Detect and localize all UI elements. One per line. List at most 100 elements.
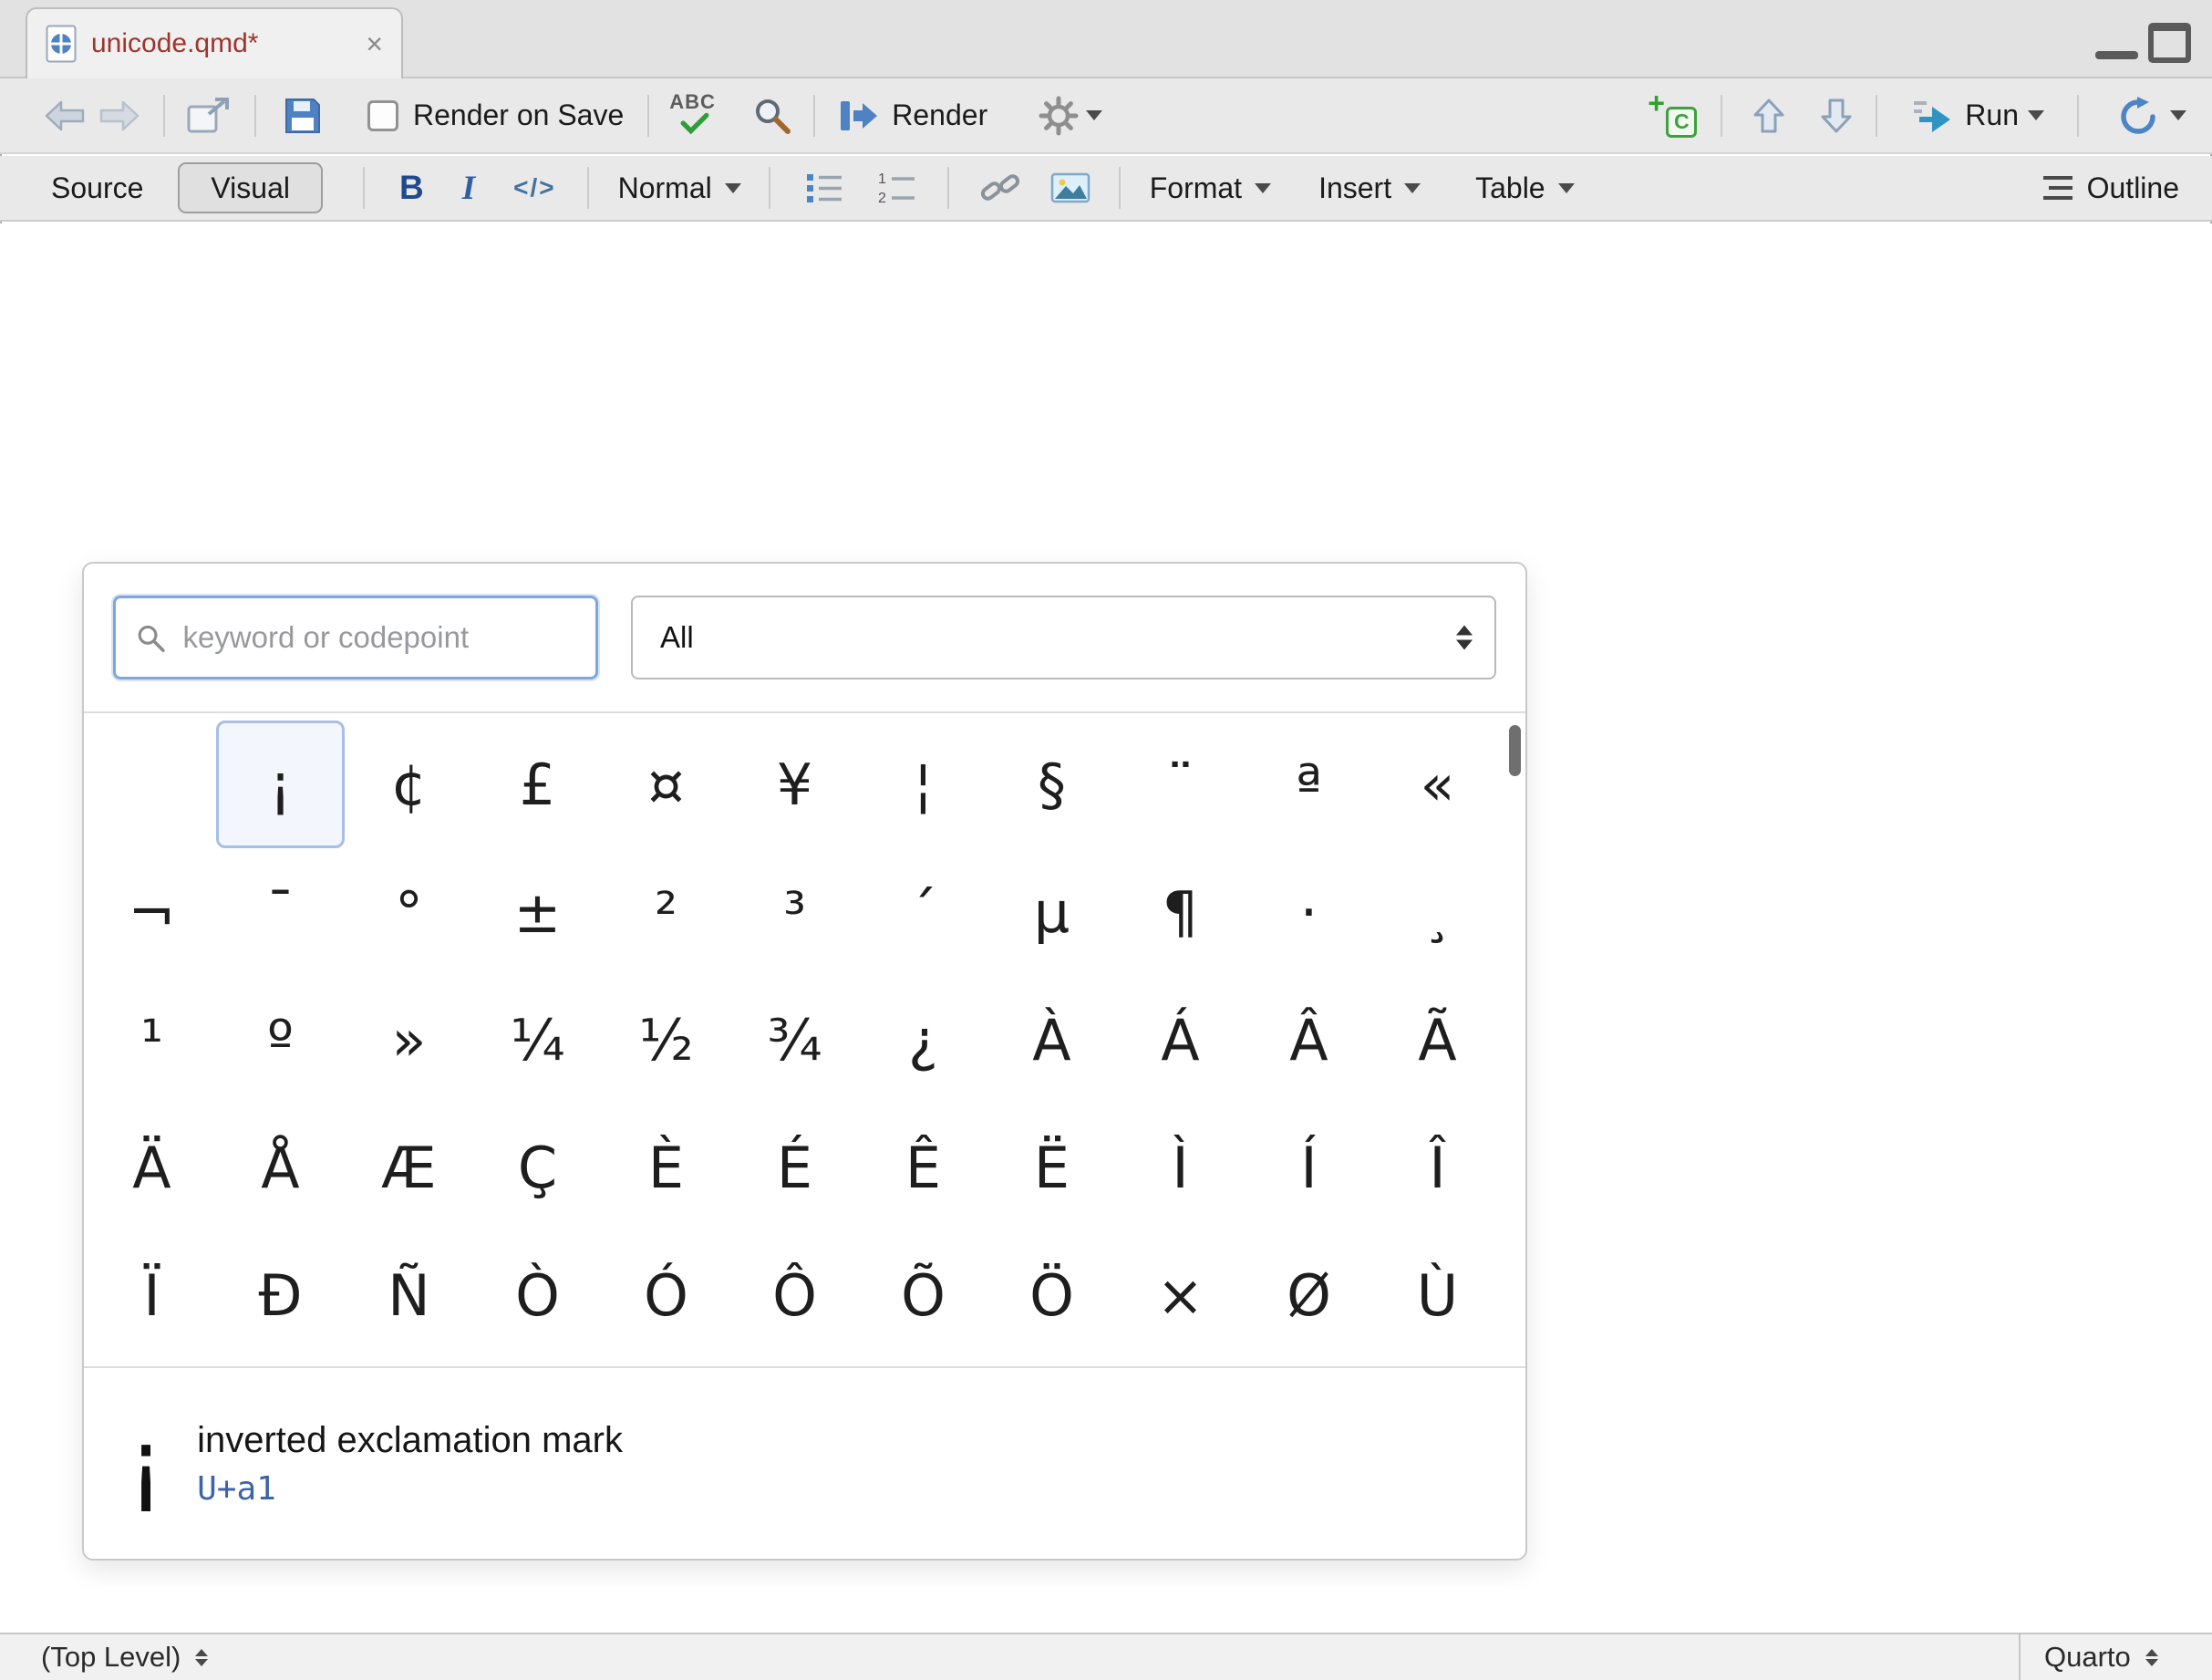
insert-menu[interactable]: Insert [1318, 171, 1391, 205]
symbol-cell[interactable]: Ç [473, 1104, 602, 1231]
outline-label[interactable]: Outline [2087, 171, 2179, 205]
symbol-cell[interactable]: ¨ [1116, 721, 1245, 848]
chevron-down-icon[interactable] [1086, 110, 1102, 120]
symbol-cell[interactable]: Ä [88, 1104, 216, 1231]
symbol-cell[interactable]: × [1116, 1231, 1245, 1359]
symbol-cell[interactable]: À [987, 976, 1116, 1104]
spellcheck-button[interactable]: ABC [667, 90, 728, 141]
symbol-cell[interactable] [88, 721, 216, 848]
symbol-cell[interactable]: Ñ [345, 1231, 473, 1359]
render-button[interactable] [837, 96, 881, 136]
symbol-search-input[interactable] [181, 619, 577, 656]
symbol-cell[interactable]: ¿ [859, 976, 987, 1104]
table-menu[interactable]: Table [1475, 171, 1545, 205]
symbol-cell[interactable]: ¢ [345, 721, 473, 848]
symbol-cell[interactable]: ¦ [859, 721, 987, 848]
symbol-cell[interactable]: É [730, 1104, 859, 1231]
insert-chunk-button[interactable]: + C [1648, 92, 1699, 140]
symbol-cell[interactable]: » [345, 976, 473, 1104]
symbol-cell[interactable]: ³ [730, 848, 859, 976]
symbol-cell[interactable]: ¥ [730, 721, 859, 848]
paragraph-style-select[interactable]: Normal [618, 171, 712, 205]
find-button[interactable] [751, 95, 793, 137]
symbol-cell[interactable]: ¬ [88, 848, 216, 976]
symbol-cell[interactable]: Ã [1373, 976, 1502, 1104]
symbol-cell[interactable]: Ô [730, 1231, 859, 1359]
symbol-cell[interactable]: ª [1245, 721, 1373, 848]
render-options-button[interactable] [1039, 96, 1079, 136]
open-in-new-window-button[interactable] [185, 96, 233, 136]
source-mode-button[interactable]: Source [51, 171, 143, 205]
symbol-cell[interactable]: « [1373, 721, 1502, 848]
symbol-cell[interactable]: Õ [859, 1231, 987, 1359]
symbol-cell[interactable]: Å [216, 1104, 345, 1231]
outline-toggle-button[interactable] [2040, 172, 2076, 203]
insert-link-button[interactable] [978, 170, 1022, 206]
symbol-cell[interactable]: Ø [1245, 1231, 1373, 1359]
run-label[interactable]: Run [1965, 99, 2019, 132]
symbol-cell[interactable]: · [1245, 848, 1373, 976]
symbol-cell[interactable]: Í [1245, 1104, 1373, 1231]
symbol-cell[interactable]: È [602, 1104, 730, 1231]
back-button[interactable] [41, 96, 88, 136]
bold-button[interactable]: B [399, 169, 424, 207]
save-button[interactable] [282, 95, 324, 137]
chevron-down-icon[interactable] [725, 183, 741, 193]
symbol-cell[interactable]: ² [602, 848, 730, 976]
symbol-cell[interactable]: ° [345, 848, 473, 976]
numbered-list-button[interactable]: 1 2 [876, 170, 918, 206]
symbol-cell[interactable]: Ì [1116, 1104, 1245, 1231]
render-on-save-checkbox[interactable] [367, 100, 398, 131]
symbol-cell[interactable]: Â [1245, 976, 1373, 1104]
symbol-search-box[interactable] [113, 596, 598, 679]
symbol-cell[interactable]: ¼ [473, 976, 602, 1104]
symbol-cell[interactable]: ´ [859, 848, 987, 976]
symbol-cell[interactable]: Ò [473, 1231, 602, 1359]
chevron-down-icon[interactable] [1404, 183, 1421, 193]
document-format-selector[interactable]: Quarto [2019, 1634, 2212, 1680]
code-button[interactable]: </> [513, 173, 555, 202]
symbol-cell[interactable]: Á [1116, 976, 1245, 1104]
symbol-cell[interactable]: ¾ [730, 976, 859, 1104]
symbol-cell[interactable]: Ð [216, 1231, 345, 1359]
chevron-down-icon[interactable] [1255, 183, 1271, 193]
symbol-cell[interactable]: Ù [1373, 1231, 1502, 1359]
symbol-cell[interactable]: Ï [88, 1231, 216, 1359]
symbol-cell[interactable]: ± [473, 848, 602, 976]
symbol-cell[interactable]: º [216, 976, 345, 1104]
symbol-cell[interactable]: ¯ [216, 848, 345, 976]
tab-close-icon[interactable]: × [366, 29, 383, 58]
symbol-category-select[interactable]: All [631, 596, 1496, 679]
symbol-cell[interactable]: Î [1373, 1104, 1502, 1231]
minimize-pane-icon[interactable] [2095, 51, 2138, 59]
symbol-cell[interactable]: ¸ [1373, 848, 1502, 976]
tab-unicode-qmd[interactable]: unicode.qmd* × [26, 7, 403, 78]
format-menu[interactable]: Format [1150, 171, 1242, 205]
editor-canvas[interactable]: All ¡¢£¤¥¦§¨ª«¬¯°±²³´µ¶·¸¹º»¼½¾¿ÀÁÂÃÄÅÆÇ… [0, 223, 2212, 1633]
symbol-cell[interactable]: ¤ [602, 721, 730, 848]
rerun-button[interactable] [2115, 95, 2161, 137]
symbol-cell[interactable]: £ [473, 721, 602, 848]
chevron-down-icon[interactable] [2170, 110, 2186, 120]
symbol-cell[interactable]: Ê [859, 1104, 987, 1231]
chevron-down-icon[interactable] [2028, 110, 2044, 120]
scrollbar-thumb[interactable] [1509, 725, 1521, 776]
symbol-cell[interactable]: ½ [602, 976, 730, 1104]
render-label[interactable]: Render [892, 99, 987, 132]
go-previous-section-button[interactable] [1748, 95, 1790, 137]
chevron-down-icon[interactable] [1558, 183, 1575, 193]
insert-image-button[interactable] [1049, 170, 1091, 206]
go-next-section-button[interactable] [1815, 95, 1857, 137]
visual-mode-button[interactable]: Visual [178, 162, 323, 213]
maximize-pane-icon[interactable] [2148, 23, 2191, 63]
symbol-cell[interactable]: Ó [602, 1231, 730, 1359]
symbol-cell[interactable]: µ [987, 848, 1116, 976]
italic-button[interactable]: I [462, 169, 475, 208]
symbol-cell[interactable]: ¶ [1116, 848, 1245, 976]
symbol-cell[interactable]: Ë [987, 1104, 1116, 1231]
symbol-cell[interactable]: ¹ [88, 976, 216, 1104]
scope-updown-icon[interactable] [195, 1649, 208, 1666]
bullet-list-button[interactable] [803, 170, 845, 206]
symbol-cell[interactable]: § [987, 721, 1116, 848]
forward-button[interactable] [96, 96, 143, 136]
